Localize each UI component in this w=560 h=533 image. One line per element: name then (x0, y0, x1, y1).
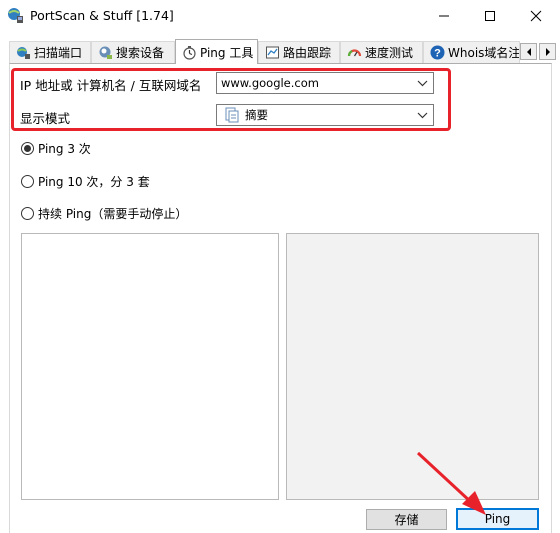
ping-chart-area (286, 233, 539, 500)
tab-strip: 扫描端口 搜索设备 Ping 工具 路由跟踪 速度测试 ? Whois域名注 (0, 39, 560, 64)
tab-label: Whois域名注 (448, 46, 520, 60)
radio-label: Ping 3 次 (38, 142, 91, 156)
tab-port-scan[interactable]: 扫描端口 (9, 41, 91, 63)
radio-ping-continuous[interactable]: 持续 Ping（需要手动停止） (21, 205, 187, 222)
radio-button-selected[interactable] (21, 142, 34, 155)
app-icon (8, 8, 23, 23)
tab-label: 速度测试 (365, 46, 414, 60)
tab-label: 扫描端口 (34, 46, 83, 60)
tab-scroll-buttons (520, 43, 560, 61)
tab-ping-tool[interactable]: Ping 工具 (175, 39, 258, 64)
tab-label: Ping 工具 (200, 45, 254, 60)
maximize-icon (485, 11, 495, 21)
radio-ping-3[interactable]: Ping 3 次 (21, 140, 91, 157)
minimize-button[interactable] (421, 0, 467, 32)
close-icon (530, 10, 542, 22)
search-device-icon (99, 46, 112, 59)
tab-whois[interactable]: ? Whois域名注 (423, 41, 520, 63)
tab-scroll-left-button[interactable] (520, 43, 537, 60)
stopwatch-icon (183, 45, 196, 60)
radio-label: 持续 Ping（需要手动停止） (38, 207, 188, 221)
route-trace-icon (266, 46, 279, 59)
radio-label: Ping 10 次，分 3 套 (38, 175, 150, 189)
tab-trace-route[interactable]: 路由跟踪 (258, 41, 340, 63)
tab-label: 搜索设备 (116, 46, 165, 60)
ping-button[interactable]: Ping (456, 508, 539, 530)
question-circle-icon: ? (430, 45, 445, 60)
tab-scroll-right-button[interactable] (539, 43, 556, 60)
tab-speed-test[interactable]: 速度测试 (340, 41, 423, 63)
chevron-left-icon (526, 47, 531, 56)
tab-search-devices[interactable]: 搜索设备 (91, 41, 175, 63)
speed-gauge-icon (347, 49, 362, 57)
ping-output-list[interactable] (21, 233, 279, 500)
network-globe-icon (17, 47, 30, 59)
radio-ping-10[interactable]: Ping 10 次，分 3 套 (21, 173, 150, 190)
close-button[interactable] (513, 0, 559, 32)
radio-button[interactable] (21, 207, 34, 220)
tab-label: 路由跟踪 (283, 46, 332, 60)
title-bar: PortScan & Stuff [1.74] (0, 0, 560, 33)
maximize-button[interactable] (467, 0, 513, 32)
annotation-highlight-box (11, 68, 451, 131)
svg-text:?: ? (434, 48, 441, 60)
window-title: PortScan & Stuff [1.74] (30, 8, 174, 23)
radio-button[interactable] (21, 175, 34, 188)
minimize-icon (439, 15, 449, 17)
chevron-right-icon (545, 47, 550, 56)
save-button[interactable]: 存储 (366, 509, 447, 530)
